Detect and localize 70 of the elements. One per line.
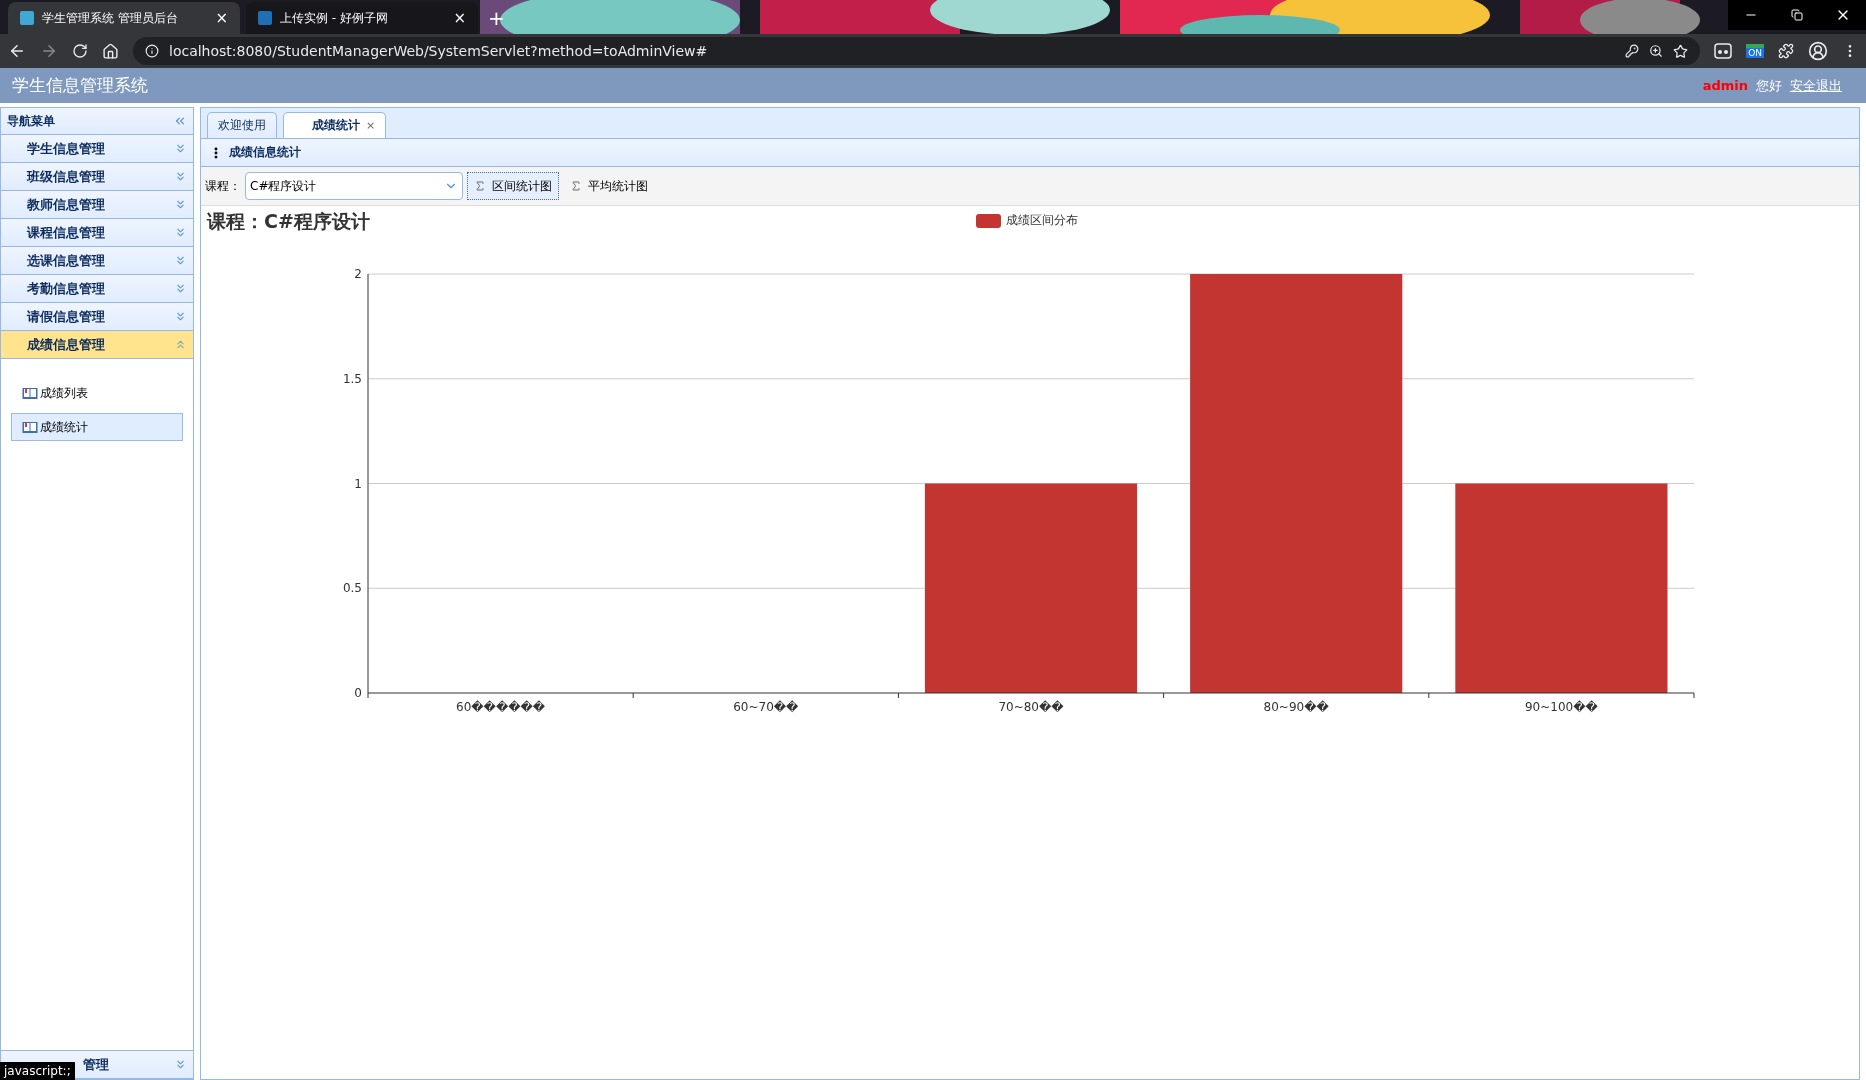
axis-label: 1.5 [342,371,362,386]
tab[interactable]: 欢迎使用 [207,112,277,138]
app-title: 学生信息管理系统 [12,74,148,97]
close-tab-button[interactable]: × [215,9,228,27]
chevron-down-icon [174,170,187,183]
extension-icon[interactable] [1714,43,1733,59]
tab-title: 上传实例 - 好例子网 [280,9,389,27]
axis-label: 60������ [456,700,546,714]
axis-label: 0 [354,686,362,700]
chevron-down-icon [174,282,187,295]
panel-title: 成绩信息统计 [229,144,301,161]
tab-title: 学生管理系统 管理员后台 [42,9,179,27]
user-name: admin [1702,78,1748,93]
chart-button[interactable]: 区间统计图 [467,172,559,200]
back-icon[interactable] [8,42,26,60]
accordion-header[interactable]: 教师信息管理 [1,191,193,219]
sigma-icon [474,180,486,192]
key-icon[interactable] [1625,44,1640,58]
accordion-header[interactable]: 考勤信息管理 [1,275,193,303]
status-tooltip: javascript:; [0,1062,75,1080]
axis-label: 70~80�� [998,700,1064,714]
chevron-down-icon [174,226,187,239]
axis-label: 0.5 [342,581,362,596]
accordion-header[interactable]: 课程信息管理 [1,219,193,247]
browser-tab[interactable]: 学生管理系统 管理员后台 × [8,2,240,34]
sidebar-title: 导航菜单 [7,112,55,130]
axis-label: 60~70�� [733,700,799,714]
chart-button[interactable]: 平均统计图 [563,172,655,200]
book-icon [22,386,38,400]
course-select[interactable]: C#程序设计 [245,172,463,200]
chart-title: 课程：C#程序设计 [207,209,370,234]
field-label: 课程： [205,177,241,195]
sigma-icon [570,180,582,192]
address-bar[interactable]: localhost:8080/StudentManagerWeb/SystemServlet?method=toAdminView# [133,37,1701,65]
accordion-header[interactable]: 班级信息管理 [1,163,193,191]
reload-icon[interactable] [72,43,88,59]
accordion-header[interactable]: 选课信息管理 [1,247,193,275]
menu-item[interactable]: 成绩列表 [11,379,183,407]
accordion-header[interactable]: 学生信息管理 [1,135,193,163]
close-tab-button[interactable]: × [453,9,466,27]
profile-icon[interactable] [1808,41,1828,61]
browser-tab[interactable]: 上传实例 - 好例子网 × [246,2,478,34]
extensions-icon[interactable] [1778,43,1794,59]
accordion-header[interactable]: 请假信息管理 [1,303,193,331]
page-icon [258,11,272,25]
axis-label: 80~90�� [1263,700,1329,714]
tab[interactable]: 成绩统计 × [283,112,387,138]
axis-label: 90~100�� [1525,700,1598,714]
chevron-down-icon [174,198,187,211]
chevron-down-icon [174,1058,187,1071]
greeting: 您好 [1756,76,1782,95]
chevron-down-icon [174,142,187,155]
axis-label: 2 [354,267,362,281]
bookmark-star-icon[interactable] [1673,43,1689,59]
close-tab-button[interactable]: × [366,119,376,132]
chevron-down-icon [174,254,187,267]
zoom-icon[interactable] [1649,44,1664,58]
home-icon[interactable] [102,42,119,60]
chevron-down-icon [174,310,187,323]
forward-icon[interactable] [40,42,58,60]
chevron-up-icon [174,338,187,351]
menu-item[interactable]: 成绩统计 [11,413,183,441]
info-icon [145,44,159,58]
extension-badge[interactable]: ON [1746,44,1764,58]
axis-label: 1 [354,476,362,491]
legend-label: 成绩区间分布 [1006,212,1078,229]
book-icon [22,420,38,434]
accordion-header[interactable]: 成绩信息管理 [1,331,193,359]
restore-icon[interactable] [1791,9,1803,21]
page-icon [20,11,34,25]
